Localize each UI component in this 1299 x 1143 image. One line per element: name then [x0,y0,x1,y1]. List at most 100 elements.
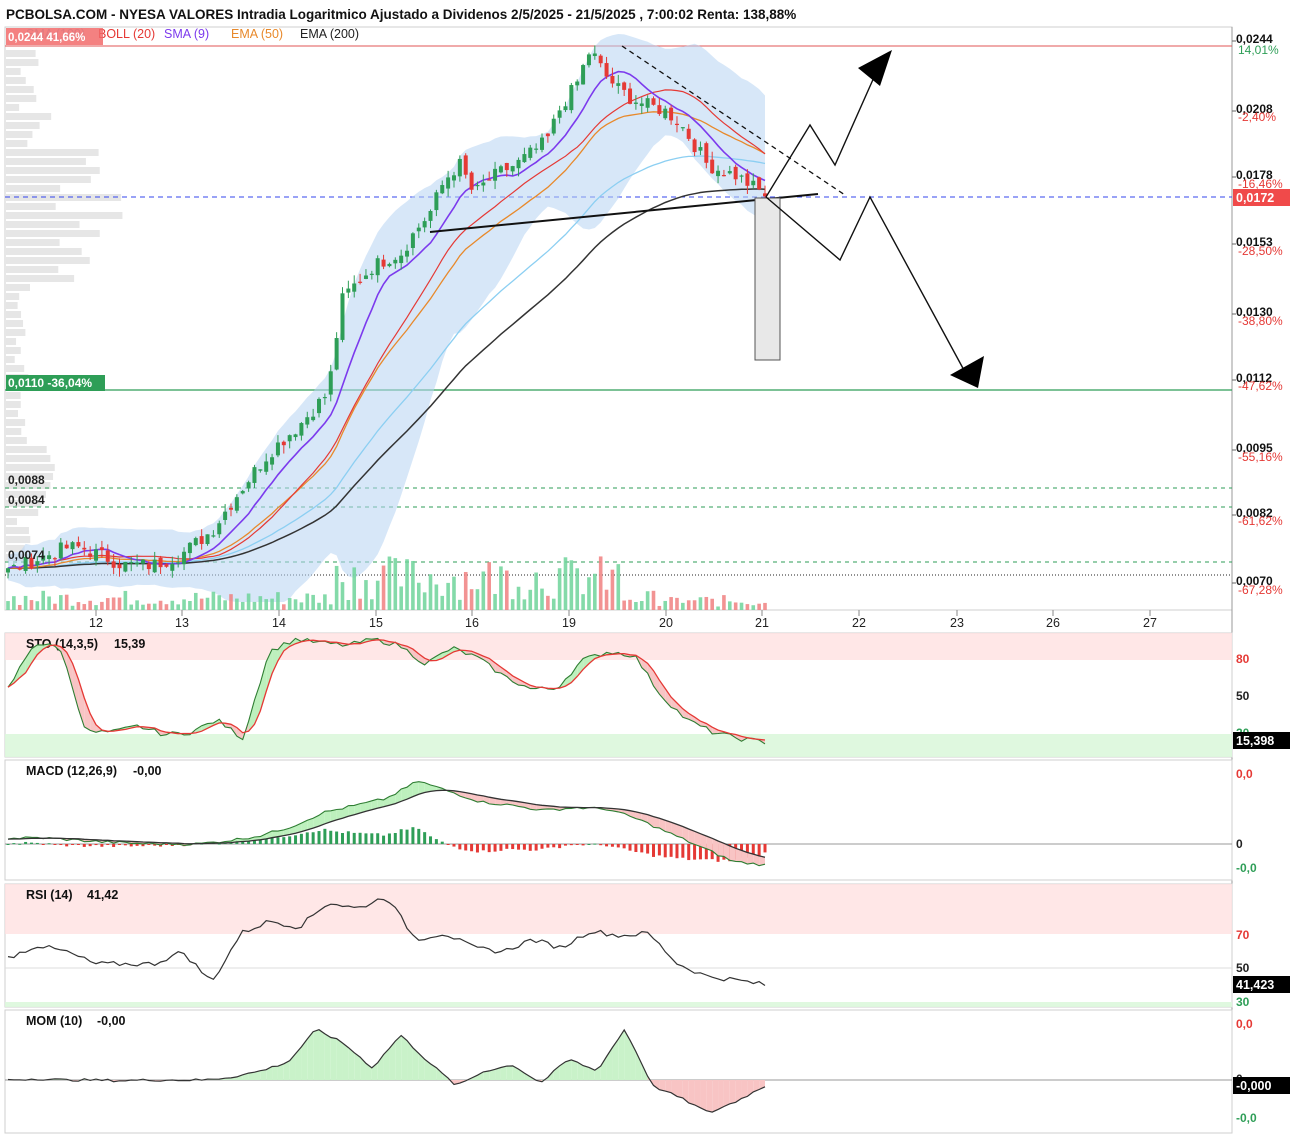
volume-bar [663,601,667,610]
volume-bar [217,595,221,610]
pct-tick-label: -28,50% [1238,244,1283,258]
candle-body [593,53,597,56]
x-tick-label: 20 [659,616,673,630]
volume-bar [546,596,550,610]
candle-body [18,568,22,570]
volume-bar [12,596,16,610]
macd-histogram-bar [130,844,133,846]
volume-profile-bar [6,167,100,174]
macd-histogram-bar [165,844,168,845]
candle-body [475,185,479,186]
price-axis-labels: 0,02440,02080,01780,01530,01300,01120,00… [1232,32,1290,597]
macd-histogram-bar [18,844,21,845]
volume-bar [435,584,439,610]
mom-fill [395,1035,401,1080]
macd-histogram-bar [312,832,315,844]
mom-fill [307,1032,313,1080]
macd-histogram-bar [564,844,567,846]
macd-histogram-bar [12,843,15,844]
volume-bar [511,599,515,610]
panel-y-tick: 80 [1236,652,1250,666]
mom-fill [331,1037,337,1080]
volume-bar [534,573,538,610]
volume-bar [599,556,603,610]
candle-body [558,110,562,117]
volume-bar [106,598,110,610]
volume-bar [112,597,116,610]
macd-histogram-bar [523,844,526,850]
mom-fill [712,1080,718,1112]
candle-body [575,82,579,86]
chart-title: PCBOLSA.COM - NYESA VALORES Intradia Log… [6,7,796,22]
candle-body [241,491,245,493]
panel-title: MOM (10) [26,1014,82,1028]
volume-bar [734,602,738,610]
macd-histogram-bar [470,844,473,851]
candle-body [698,147,702,151]
pct-tick-label: -67,28% [1238,583,1283,597]
candle-body [464,155,468,174]
volume-profile-bar [6,392,21,399]
volume-bar [746,604,750,610]
macd-histogram-bar [59,844,62,845]
date-axis-labels: 121314151619202122232627 [89,610,1157,630]
macd-histogram-bar [681,844,684,858]
volume-bar [728,601,732,610]
candle-body [311,417,315,420]
candle-body [329,371,333,394]
candle-body [100,547,104,550]
panel-y-tick: 30 [1236,995,1250,1009]
candle-body [605,63,609,76]
candle-body [646,98,650,108]
macd-histogram-bar [429,836,432,844]
last-price-label: 0,0172 [1236,191,1274,205]
volume-bar [505,571,509,610]
pct-tick-label: -38,80% [1238,314,1283,328]
volume-profile-bar [6,302,18,309]
volume-profile-bar [6,284,30,291]
macd-histogram-bar [570,844,573,845]
candle-body [757,177,761,189]
candle-body [675,124,679,125]
macd-histogram-bar [288,836,291,844]
candle-body [616,83,620,86]
volume-bar [53,604,57,610]
macd-histogram-bar [329,831,332,844]
volume-bar [206,598,210,610]
macd-histogram-bar [652,844,655,857]
macd-histogram-bar [623,844,626,848]
volume-bar [552,599,556,610]
level-label: 0,0074 [8,548,45,562]
volume-profile-bar [6,86,34,93]
volume-profile-bar [6,68,21,75]
candle-body [540,138,544,150]
macd-histogram-bar [693,844,696,860]
volume-profile-bar [6,248,82,255]
candle-body [693,139,697,152]
volume-bar [335,566,339,610]
candle-body [88,554,92,557]
macd-histogram-bar [435,839,438,844]
candle-body [247,482,251,488]
candle-body [622,82,626,89]
candle-body [282,442,286,445]
volume-bar [100,602,104,610]
candle-body [264,461,268,471]
candle-body [440,185,444,193]
mom-fill [724,1080,730,1107]
macd-histogram-bar [147,844,150,845]
volume-bar [394,558,398,610]
volume-bar [18,605,22,610]
macd-histogram-bar [376,833,379,844]
macd-histogram-bar [593,844,596,845]
volume-bar [30,600,34,610]
legend: SMA (100)BOLL (20)SMA (9)EMA (50)EMA (20… [6,27,359,45]
mom-fill [501,1066,507,1080]
panel-frame [5,760,1232,880]
volume-bar [417,583,421,610]
volume-bar [763,603,767,610]
overbought-zone [5,884,1232,934]
panel-y-tick: -0,0 [1236,1111,1257,1125]
x-tick-label: 23 [950,616,964,630]
macd-histogram-bar [558,844,561,848]
